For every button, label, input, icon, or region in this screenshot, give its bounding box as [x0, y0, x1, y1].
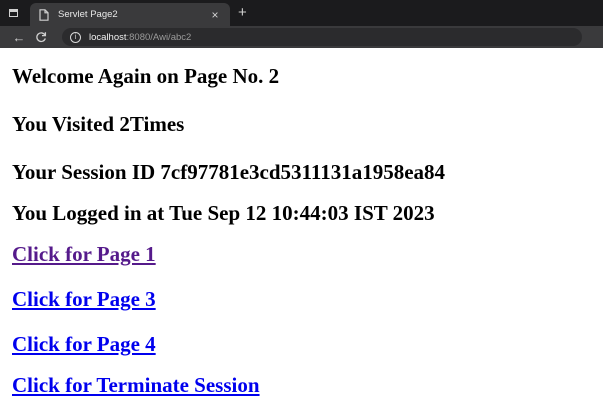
browser-tab[interactable]: Servlet Page2 × [30, 3, 230, 26]
page1-link[interactable]: Click for Page 1 [12, 242, 156, 266]
page-heading: Welcome Again on Page No. 2 [12, 64, 280, 88]
session-id-text: Your Session ID 7cf97781e3cd5311131a1958… [12, 160, 446, 184]
address-bar[interactable]: i localhost :8080/Awi/abc2 [62, 28, 582, 46]
tab-strip: Servlet Page2 × + [0, 0, 603, 26]
terminate-session-link[interactable]: Click for Terminate Session [12, 373, 260, 397]
tab-title: Servlet Page2 [58, 9, 118, 20]
url-host: localhost [89, 31, 127, 43]
browser-toolbar: ← i localhost :8080/Awi/abc2 [0, 26, 603, 48]
window-menu-button[interactable] [0, 0, 26, 26]
site-info-icon[interactable]: i [70, 31, 81, 43]
login-time-text: You Logged in at Tue Sep 12 10:44:03 IST… [12, 201, 435, 225]
page3-link[interactable]: Click for Page 3 [12, 287, 156, 311]
window-icon [8, 9, 18, 17]
page-icon [38, 8, 50, 21]
url-path: :8080/Awi/abc2 [126, 31, 192, 43]
back-arrow-icon[interactable]: ← [8, 28, 30, 46]
browser-chrome: Servlet Page2 × + ← i localhost :8080/Aw… [0, 0, 603, 48]
visit-count-text: You Visited 2Times [12, 112, 185, 136]
close-tab-icon[interactable]: × [208, 8, 222, 22]
reload-icon[interactable] [30, 28, 52, 46]
page4-link[interactable]: Click for Page 4 [12, 332, 156, 356]
new-tab-button[interactable]: + [238, 5, 247, 21]
